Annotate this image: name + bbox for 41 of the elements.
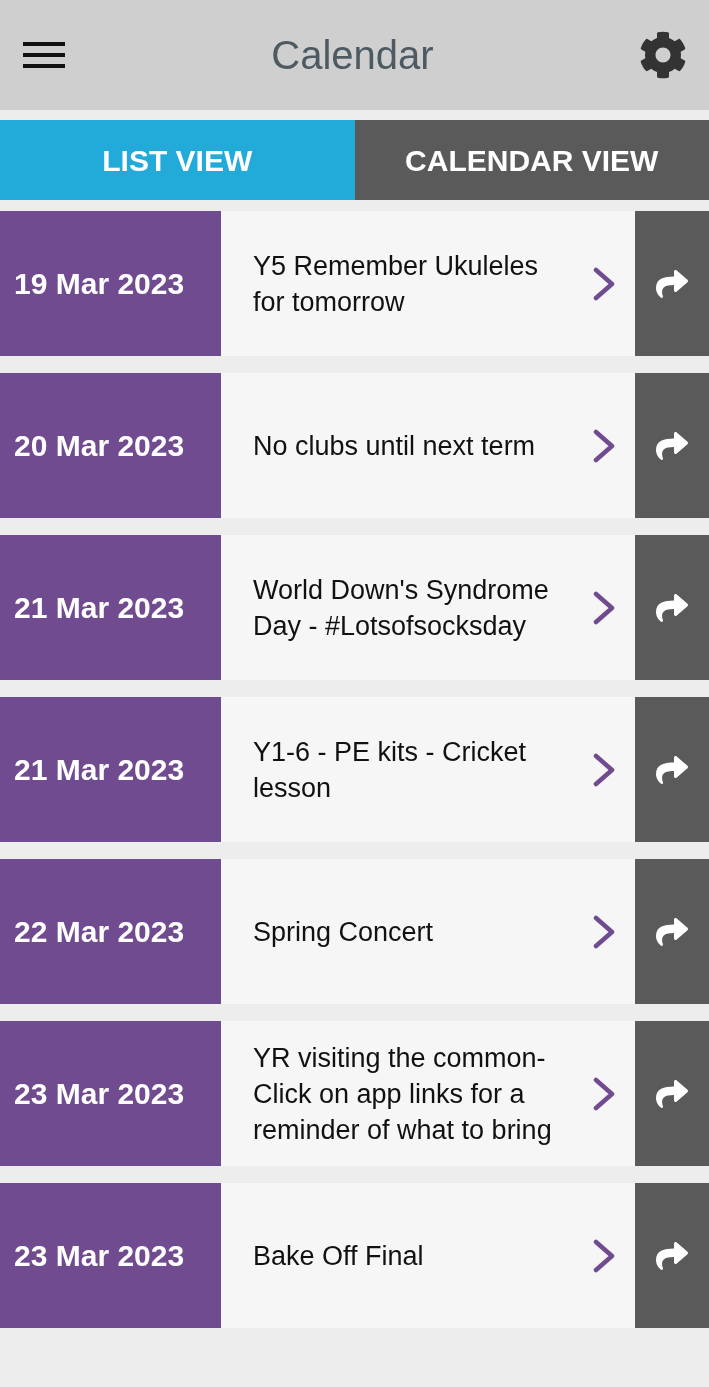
event-date: 21 Mar 2023 bbox=[0, 697, 221, 842]
menu-icon bbox=[23, 42, 65, 68]
event-item[interactable]: World Down's Syndrome Day - #Lotsofsocksday bbox=[221, 535, 635, 680]
settings-icon bbox=[639, 31, 687, 79]
chevron-right-icon bbox=[593, 914, 615, 949]
event-item[interactable]: Y1-6 - PE kits - Cricket lesson bbox=[221, 697, 635, 842]
share-icon bbox=[654, 753, 690, 786]
share-icon bbox=[654, 915, 690, 948]
event-date: 20 Mar 2023 bbox=[0, 373, 221, 518]
share-icon bbox=[654, 429, 690, 462]
event-item[interactable]: Bake Off Final bbox=[221, 1183, 635, 1328]
share-icon bbox=[654, 1239, 690, 1272]
share-button[interactable] bbox=[635, 1021, 709, 1166]
share-icon bbox=[654, 591, 690, 624]
event-date: 23 Mar 2023 bbox=[0, 1021, 221, 1166]
event-date: 21 Mar 2023 bbox=[0, 535, 221, 680]
share-button[interactable] bbox=[635, 859, 709, 1004]
chevron-right-icon bbox=[593, 266, 615, 301]
chevron-right-icon bbox=[593, 1238, 615, 1273]
share-button[interactable] bbox=[635, 697, 709, 842]
menu-button[interactable] bbox=[22, 41, 66, 69]
settings-button[interactable] bbox=[639, 31, 687, 79]
share-button[interactable] bbox=[635, 535, 709, 680]
chevron-right-icon bbox=[593, 590, 615, 625]
chevron-right-icon bbox=[593, 428, 615, 463]
event-item[interactable]: No clubs until next term bbox=[221, 373, 635, 518]
event-date: 23 Mar 2023 bbox=[0, 1183, 221, 1328]
view-tab[interactable]: CALENDAR VIEW bbox=[354, 120, 709, 200]
event-item[interactable]: Y5 Remember Ukuleles for tomorrow bbox=[221, 211, 635, 356]
event-date: 19 Mar 2023 bbox=[0, 211, 221, 356]
share-icon bbox=[654, 267, 690, 300]
share-button[interactable] bbox=[635, 373, 709, 518]
share-button[interactable] bbox=[635, 211, 709, 356]
chevron-right-icon bbox=[593, 1076, 615, 1111]
share-icon bbox=[654, 1077, 690, 1110]
event-date: 22 Mar 2023 bbox=[0, 859, 221, 1004]
chevron-right-icon bbox=[593, 752, 615, 787]
event-item[interactable]: Spring Concert bbox=[221, 859, 635, 1004]
share-button[interactable] bbox=[635, 1183, 709, 1328]
page-title: Calendar bbox=[271, 35, 434, 75]
event-item[interactable]: YR visiting the common-Click on app links for a reminder of what to bring bbox=[221, 1021, 635, 1166]
